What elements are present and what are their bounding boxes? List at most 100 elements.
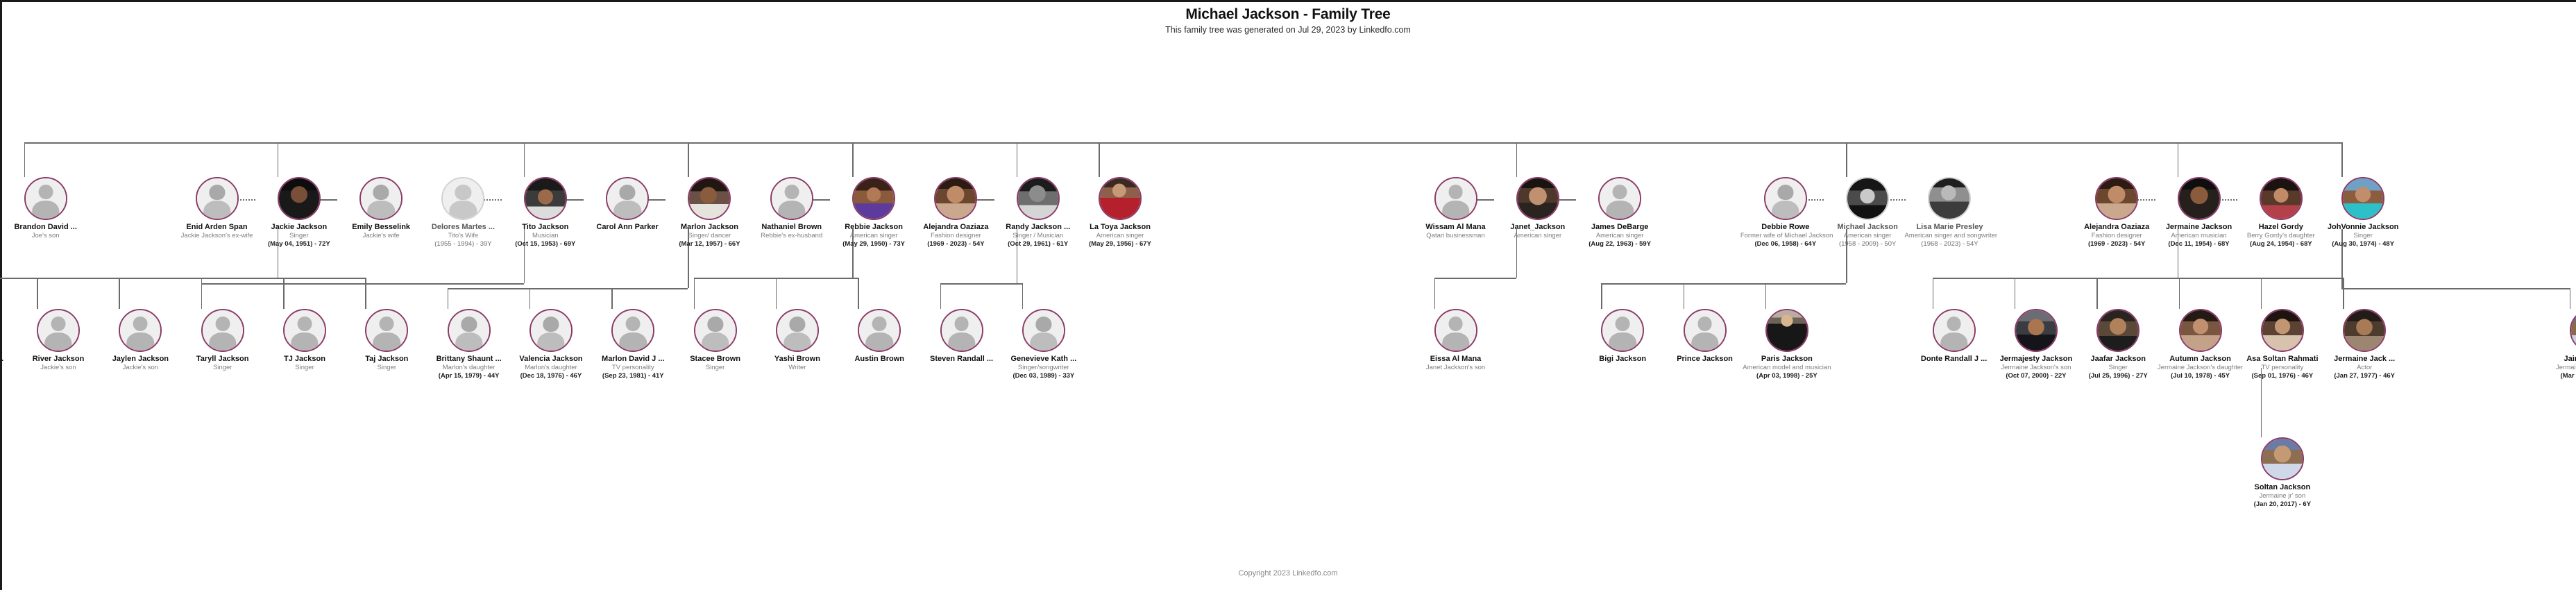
person-node[interactable]: Janet_Jackson American singer xyxy=(1493,177,1583,240)
person-node[interactable]: Brandon David ... Joe's son xyxy=(1,177,91,240)
avatar[interactable] xyxy=(2095,177,2139,220)
person-node[interactable]: Donte Randall J ... xyxy=(1909,309,1999,364)
person-node[interactable]: Jackie Jackson Singer (May 04, 1951) - 72Y xyxy=(254,177,344,248)
person-node[interactable]: JohVonnie Jackson Singer (Aug 30, 1974) - … xyxy=(2318,177,2408,248)
avatar[interactable] xyxy=(195,177,239,220)
person-node[interactable]: Debbie Rowe Former wife of Michael Jackso… xyxy=(1740,177,1833,248)
avatar[interactable] xyxy=(1683,309,1727,352)
connector-line-vertical xyxy=(1683,283,1685,309)
avatar[interactable] xyxy=(852,177,896,220)
avatar[interactable] xyxy=(2343,309,2387,352)
person-node[interactable]: Delores Martes ... Tito's Wife (1955 - 199… xyxy=(418,177,508,248)
portrait-image xyxy=(2180,310,2221,351)
person-node[interactable]: Yashi Brown Writer xyxy=(752,309,842,372)
person-node[interactable]: Wissam Al Mana Qatari businessman xyxy=(1411,177,1501,240)
person-node[interactable]: Hazel Gordy Berry Gordy's daughter (Aug 24… xyxy=(2236,177,2326,248)
avatar[interactable] xyxy=(606,177,650,220)
person-node[interactable]: Tito Jackson Musician (Oct 15, 1953) - 69Y xyxy=(500,177,591,248)
person-node[interactable]: Autumn Jackson Jermaine Jackson's daughte… xyxy=(2155,309,2246,380)
person-node[interactable]: Marlon David J ... TV personality (Sep 23,… xyxy=(588,309,678,380)
person-node[interactable]: Alejandra Oaziaza Fashion designer (1969 -… xyxy=(910,177,1001,248)
avatar[interactable] xyxy=(934,177,978,220)
avatar[interactable] xyxy=(2260,309,2304,352)
avatar[interactable] xyxy=(2177,177,2221,220)
avatar[interactable] xyxy=(611,309,655,352)
person-node[interactable]: TJ Jackson Singer xyxy=(260,309,350,372)
avatar[interactable] xyxy=(2260,437,2304,480)
person-node[interactable]: Steven Randall ... xyxy=(917,309,1007,364)
person-node[interactable]: Stacee Brown Singer xyxy=(670,309,761,372)
person-node[interactable]: Jermaine Jackson American musician (Dec 11… xyxy=(2154,177,2244,248)
person-node[interactable]: Jaafar Jackson Singer (Jul 25, 1996) - 27Y xyxy=(2073,309,2163,380)
person-node[interactable]: Michael Jackson American singer (1958 - 20… xyxy=(1822,177,1913,248)
person-node[interactable]: Jermaine Jack ... Actor (Jan 27, 1977) - 4… xyxy=(2319,309,2409,380)
person-node[interactable]: Jaimy JacksonJermaine Jackson's son(Mar … xyxy=(2546,309,2576,380)
avatar[interactable] xyxy=(1516,177,1559,220)
avatar[interactable] xyxy=(283,309,326,352)
person-node[interactable]: Jermajesty Jackson Jermaine Jackson's son… xyxy=(1991,309,2081,380)
person-node[interactable]: Valencia Jackson Marlon's daughter (Dec 18… xyxy=(506,309,596,380)
person-node[interactable]: Enid Arden Span Jackie Jackson's ex-wife xyxy=(172,177,262,240)
avatar[interactable] xyxy=(1022,309,1065,352)
avatar[interactable] xyxy=(1932,309,1976,352)
person-node[interactable]: River Jackson Jackie's son xyxy=(13,309,103,372)
person-node[interactable]: Taryll Jackson Singer xyxy=(178,309,268,372)
person-node[interactable]: Alejandra Oaziaza Fashion designer (1969 -… xyxy=(2071,177,2162,248)
person-node[interactable]: Marlon Jackson Singer/ dancer (Mar 12, 195… xyxy=(664,177,754,248)
avatar[interactable] xyxy=(688,177,731,220)
avatar[interactable] xyxy=(359,177,403,220)
avatar[interactable] xyxy=(447,309,491,352)
avatar[interactable] xyxy=(1434,177,1477,220)
person-node[interactable]: Eissa Al Mana Janet Jackson's son xyxy=(1411,309,1501,372)
person-node[interactable]: James DeBarge American singer (Aug 22, 196… xyxy=(1575,177,1665,248)
person-node[interactable]: Taj Jackson Singer xyxy=(341,309,432,372)
avatar[interactable] xyxy=(940,309,983,352)
avatar[interactable] xyxy=(2259,177,2303,220)
person-node[interactable]: La Toya Jackson American singer (May 29, 1… xyxy=(1075,177,1165,248)
avatar[interactable] xyxy=(2341,177,2385,220)
avatar[interactable] xyxy=(1763,177,1807,220)
avatar[interactable] xyxy=(693,309,737,352)
avatar[interactable] xyxy=(24,177,67,220)
person-node[interactable]: Jaylen Jackson Jackie's son xyxy=(95,309,185,372)
avatar[interactable] xyxy=(2096,309,2140,352)
avatar[interactable] xyxy=(201,309,244,352)
avatar[interactable] xyxy=(365,309,409,352)
avatar[interactable] xyxy=(441,177,485,220)
person-node[interactable]: Prince Jackson xyxy=(1660,309,1750,364)
avatar[interactable] xyxy=(2178,309,2222,352)
person-node[interactable]: Carol Ann Parker xyxy=(582,177,672,232)
person-node[interactable]: Bigi Jackson xyxy=(1577,309,1668,364)
avatar[interactable] xyxy=(2014,309,2058,352)
avatar[interactable] xyxy=(1099,177,1142,220)
person-node[interactable]: Asa Soltan Rahmati TV personality (Sep 01,… xyxy=(2237,309,2328,380)
avatar[interactable] xyxy=(775,309,819,352)
avatar[interactable] xyxy=(1928,177,1972,220)
avatar[interactable] xyxy=(1016,177,1060,220)
avatar[interactable] xyxy=(277,177,321,220)
avatar[interactable] xyxy=(1598,177,1642,220)
avatar[interactable] xyxy=(523,177,567,220)
person-node[interactable]: Brittany Shaunt ... Marlon's daughter (Apr… xyxy=(424,309,514,380)
person-node[interactable]: Emily Besselink Jackie's wife xyxy=(336,177,426,240)
avatar[interactable] xyxy=(770,177,813,220)
avatar[interactable] xyxy=(1601,309,1645,352)
person-node[interactable]: Lisa Marie Presley American singer and so… xyxy=(1904,177,1997,248)
avatar[interactable] xyxy=(529,309,573,352)
person-node[interactable]: Soltan Jackson Jermaine jr' son (Jan 20, 2… xyxy=(2237,437,2328,509)
person-role: Singer xyxy=(2108,364,2128,371)
person-node[interactable]: Nathaniel Brown Rebbie's ex-husband xyxy=(747,177,837,240)
person-node[interactable]: Rebbie Jackson American singer (May 29, 19… xyxy=(829,177,919,248)
avatar[interactable] xyxy=(37,309,80,352)
avatar[interactable] xyxy=(119,309,162,352)
avatar[interactable] xyxy=(1765,309,1808,352)
person-node[interactable]: Paris Jackson American model and musician… xyxy=(1742,309,1832,380)
person-node[interactable]: Randy Jackson ... Singer / Musician (Oct 2… xyxy=(993,177,1083,248)
person-node[interactable]: Genevieve Kath ... Singer/songwriter (Dec … xyxy=(999,309,1089,380)
avatar[interactable] xyxy=(1434,309,1477,352)
avatar[interactable] xyxy=(858,309,901,352)
person-name: Jermaine Jackson xyxy=(2165,223,2232,231)
avatar[interactable] xyxy=(1846,177,1890,220)
person-node[interactable]: Austin Brown xyxy=(834,309,924,364)
avatar[interactable] xyxy=(2569,309,2576,352)
